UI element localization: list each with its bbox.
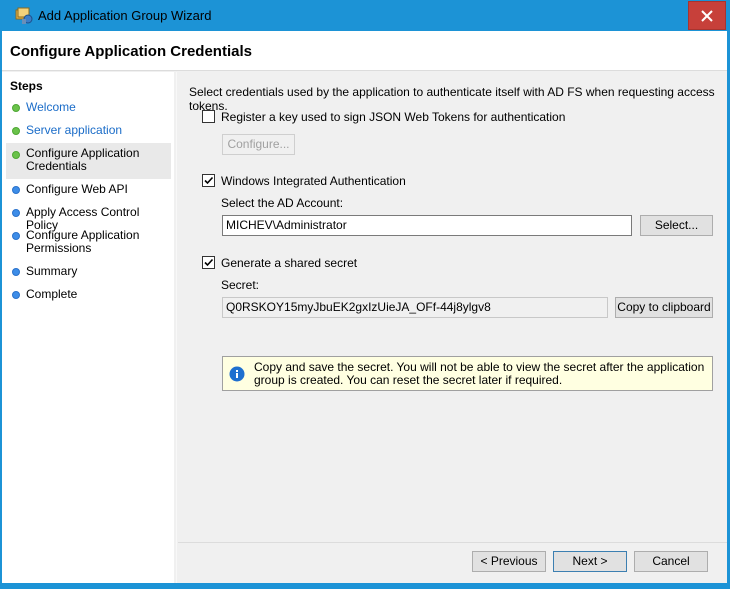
secret-value-field[interactable]: Q0RSKOY15myJbuEK2gxIzUieJA_OFf-44j8ylgv8 <box>222 297 608 318</box>
step-done-icon <box>12 151 20 159</box>
window-bottom-border <box>2 583 727 586</box>
wia-label[interactable]: Windows Integrated Authentication <box>221 174 406 188</box>
step-complete[interactable]: Complete <box>6 288 171 301</box>
step-label: Complete <box>26 287 78 301</box>
jwt-checkbox[interactable] <box>202 110 215 123</box>
shared-secret-checkbox[interactable] <box>202 256 215 269</box>
step-welcome[interactable]: Welcome <box>6 101 171 114</box>
title-bar[interactable]: Add Application Group Wizard <box>0 0 730 31</box>
configure-button[interactable]: Configure... <box>222 134 295 155</box>
previous-button[interactable]: < Previous <box>472 551 546 572</box>
check-icon <box>204 258 214 267</box>
step-pending-icon <box>12 186 20 194</box>
step-server-application[interactable]: Server application <box>6 124 171 137</box>
step-configure-application-credentials[interactable]: Configure Application Credentials <box>6 143 171 179</box>
shared-secret-label[interactable]: Generate a shared secret <box>221 256 357 270</box>
step-label: Configure Application Credentials <box>26 146 140 173</box>
step-label: Welcome <box>26 100 76 114</box>
wia-checkbox[interactable] <box>202 174 215 187</box>
step-label: Configure Application Permissions <box>26 228 140 255</box>
copy-to-clipboard-button[interactable]: Copy to clipboard <box>615 297 713 318</box>
step-done-icon <box>12 104 20 112</box>
main-content: Select credentials used by the applicati… <box>178 72 727 542</box>
sidebar-divider <box>176 72 177 583</box>
step-pending-icon <box>12 291 20 299</box>
close-button[interactable] <box>688 1 726 30</box>
intro-text: Select credentials used by the applicati… <box>189 85 715 113</box>
step-label: Summary <box>26 264 78 278</box>
step-configure-web-api[interactable]: Configure Web API <box>6 183 171 196</box>
steps-title: Steps <box>10 79 43 93</box>
step-done-icon <box>12 127 20 135</box>
secret-label: Secret: <box>221 278 260 292</box>
next-button[interactable]: Next > <box>553 551 627 572</box>
steps-sidebar: Steps Welcome Server application Configu… <box>2 72 174 583</box>
step-pending-icon <box>12 268 20 276</box>
page-header: Configure Application Credentials <box>2 31 727 71</box>
step-summary[interactable]: Summary <box>6 265 171 278</box>
secret-info-box: Copy and save the secret. You will not b… <box>222 356 713 391</box>
page-title: Configure Application Credentials <box>10 43 252 60</box>
secret-info-text: Copy and save the secret. You will not b… <box>254 360 705 387</box>
select-account-button[interactable]: Select... <box>640 215 713 236</box>
window-title: Add Application Group Wizard <box>38 8 212 23</box>
step-label: Server application <box>26 123 123 137</box>
step-pending-icon <box>12 209 20 217</box>
wizard-footer: < Previous Next > Cancel <box>178 542 727 583</box>
step-configure-application-permissions[interactable]: Configure Application Permissions <box>6 229 171 255</box>
step-pending-icon <box>12 232 20 240</box>
close-icon <box>701 9 713 22</box>
cancel-button[interactable]: Cancel <box>634 551 708 572</box>
info-icon <box>229 366 245 382</box>
step-label: Configure Web API <box>26 182 128 196</box>
wizard-client-area: Configure Application Credentials Steps … <box>2 31 727 586</box>
wizard-window: Add Application Group Wizard Configure A… <box>0 0 730 589</box>
jwt-label[interactable]: Register a key used to sign JSON Web Tok… <box>221 110 565 124</box>
adfs-app-icon <box>15 7 33 24</box>
ad-account-label: Select the AD Account: <box>221 196 344 210</box>
check-icon <box>204 176 214 185</box>
ad-account-input[interactable]: MICHEV\Administrator <box>222 215 632 236</box>
